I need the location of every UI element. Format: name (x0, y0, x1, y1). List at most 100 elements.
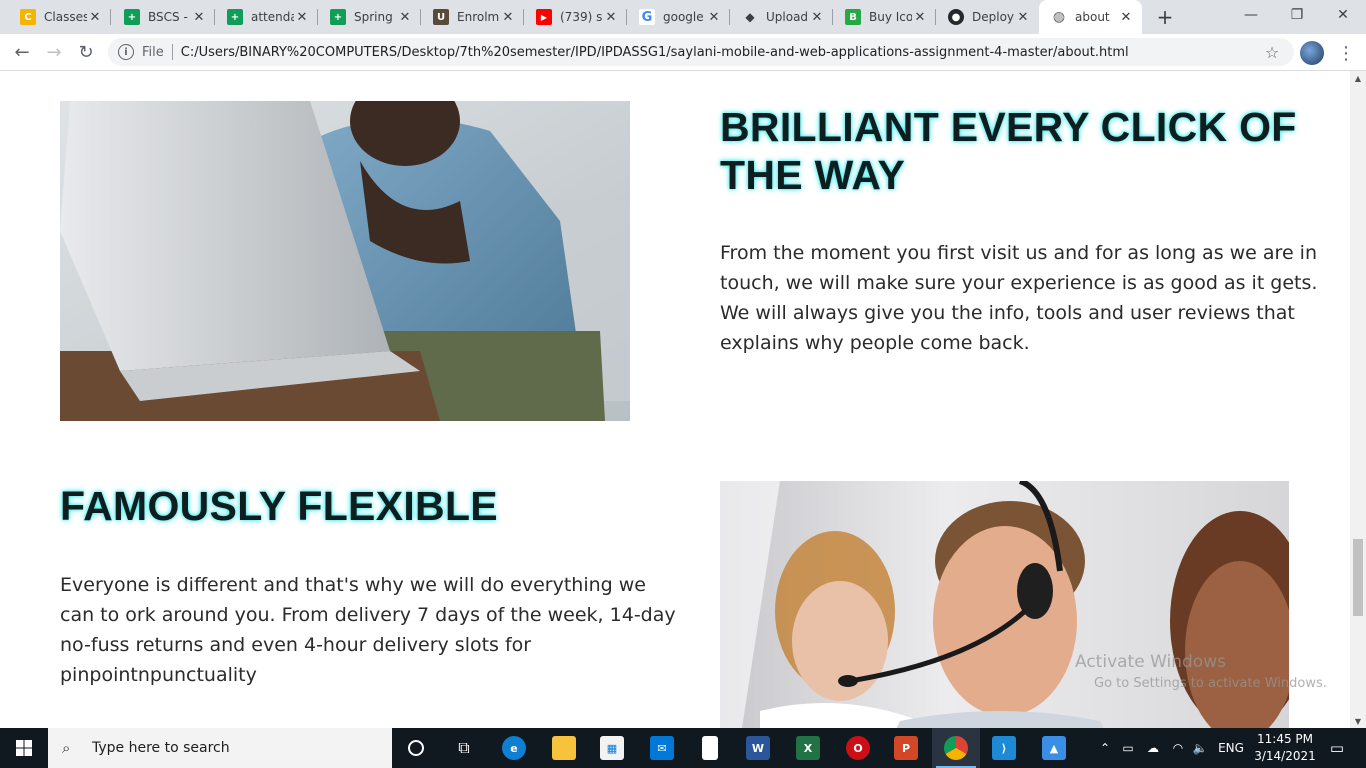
icon-store-icon: B (845, 9, 861, 25)
language-indicator[interactable]: ENG (1214, 728, 1248, 768)
heading-line: THE WAY (720, 152, 906, 198)
vscode-icon[interactable]: ⟩ (980, 728, 1028, 768)
profile-avatar[interactable] (1300, 41, 1324, 65)
battery-icon[interactable]: ▭ (1118, 728, 1138, 768)
new-tab-button[interactable]: + (1152, 4, 1178, 30)
tab-buy-icons[interactable]: B Buy Ico ✕ (833, 0, 936, 34)
paragraph-line: pinpointnpunctuality (60, 664, 257, 686)
minimize-button[interactable]: — (1228, 0, 1274, 30)
vertical-scrollbar[interactable]: ▲ ▼ (1350, 71, 1366, 728)
back-button[interactable]: ← (8, 38, 36, 66)
tab-about[interactable]: ◍ about ✕ (1039, 0, 1142, 34)
github-icon: ● (948, 9, 964, 25)
tab-separator (110, 9, 111, 25)
tab-strip: C Classes ✕ + BSCS - ✕ + attenda ✕ + Spr… (0, 0, 1366, 34)
youtube-icon: ▶ (536, 9, 552, 25)
tab-label: about (1075, 10, 1110, 24)
close-icon[interactable]: ✕ (809, 9, 825, 25)
omnibox-divider (171, 44, 173, 60)
scroll-up-arrow-icon[interactable]: ▲ (1350, 71, 1366, 85)
close-icon[interactable]: ✕ (706, 9, 722, 25)
opera-icon[interactable]: O (834, 728, 882, 768)
notifications-icon[interactable]: ▭ (1320, 728, 1354, 768)
close-icon[interactable]: ✕ (397, 9, 413, 25)
close-icon[interactable]: ✕ (294, 9, 310, 25)
tab-attendance[interactable]: + attenda ✕ (215, 0, 318, 34)
clock-date: 3/14/2021 (1254, 749, 1316, 763)
google-sheets-icon: + (227, 9, 243, 25)
file-explorer-icon[interactable] (540, 728, 588, 768)
notepad-icon[interactable] (686, 728, 734, 768)
close-icon[interactable]: ✕ (1015, 9, 1031, 25)
clock-time: 11:45 PM (1257, 732, 1313, 746)
bookmark-star-icon[interactable]: ☆ (1262, 43, 1282, 62)
edge-icon[interactable]: e (490, 728, 538, 768)
tab-label: Deploy (972, 10, 1015, 24)
tab-bscs[interactable]: + BSCS - ✕ (112, 0, 215, 34)
mail-icon[interactable]: ✉ (638, 728, 686, 768)
tab-label: Spring (354, 10, 393, 24)
close-icon[interactable]: ✕ (500, 9, 516, 25)
tab-google[interactable]: G google ✕ (627, 0, 730, 34)
reload-button[interactable]: ↻ (72, 38, 100, 66)
paragraph-line: no-fuss returns and even 4-hour delivery… (60, 634, 532, 656)
onedrive-icon[interactable]: ☁ (1142, 728, 1164, 768)
chrome-icon[interactable] (932, 728, 980, 768)
tab-spring[interactable]: + Spring ✕ (318, 0, 421, 34)
tab-label: BSCS - (148, 10, 188, 24)
page-viewport: BRILLIANT EVERY CLICK OF THE WAY From th… (0, 71, 1350, 728)
tab-label: Buy Ico (869, 10, 912, 24)
tab-label: Upload (766, 10, 809, 24)
search-icon: ⌕ (62, 739, 71, 757)
section-paragraph-brilliant: From the moment you first visit us and f… (720, 238, 1317, 358)
heading-line: BRILLIANT EVERY CLICK OF (720, 104, 1297, 150)
address-bar[interactable]: i File C:/Users/BINARY%20COMPUTERS/Deskt… (108, 38, 1294, 66)
tab-deploy[interactable]: ● Deploy ✕ (936, 0, 1039, 34)
chevron-up-icon[interactable]: ⌃ (1096, 728, 1114, 768)
powerpoint-icon[interactable]: P (882, 728, 930, 768)
photos-icon[interactable]: ▲ (1030, 728, 1078, 768)
section-heading-flexible: FAMOUSLY FLEXIBLE (60, 482, 498, 530)
system-clock[interactable]: 11:45 PM 3/14/2021 (1252, 731, 1318, 765)
section-paragraph-flexible: Everyone is different and that's why we … (60, 570, 676, 690)
close-icon[interactable]: ✕ (87, 9, 103, 25)
close-window-button[interactable]: ✕ (1320, 0, 1366, 30)
tab-enrolment[interactable]: U Enrolm ✕ (421, 0, 524, 34)
forward-button[interactable]: → (40, 38, 68, 66)
close-icon[interactable]: ✕ (1118, 9, 1134, 25)
scrollbar-thumb[interactable] (1353, 539, 1363, 616)
heading-line: FAMOUSLY FLEXIBLE (60, 483, 498, 529)
paragraph-line: From the moment you first visit us and f… (720, 242, 1317, 264)
url-text[interactable]: C:/Users/BINARY%20COMPUTERS/Desktop/7th%… (181, 45, 1262, 60)
google-icon: G (639, 9, 655, 25)
wifi-icon[interactable]: ◠ (1168, 728, 1188, 768)
excel-icon[interactable]: X (784, 728, 832, 768)
tab-classes[interactable]: C Classes ✕ (8, 0, 111, 34)
start-button[interactable] (0, 728, 48, 768)
tab-label: Classes (44, 10, 87, 24)
tab-upload[interactable]: ◆ Upload ✕ (730, 0, 833, 34)
paragraph-line: We will always give you the info, tools … (720, 302, 1295, 324)
info-icon[interactable]: i (118, 44, 134, 60)
tab-youtube[interactable]: ▶ (739) s ✕ (524, 0, 627, 34)
close-icon[interactable]: ✕ (191, 9, 207, 25)
scheme-chip: File (142, 44, 164, 60)
section-heading-brilliant: BRILLIANT EVERY CLICK OF THE WAY (720, 103, 1297, 199)
store-icon[interactable]: ▦ (588, 728, 636, 768)
close-icon[interactable]: ✕ (912, 9, 928, 25)
cortana-icon[interactable] (392, 728, 440, 768)
activate-windows-watermark: Activate Windows (1075, 652, 1226, 672)
tab-label: Enrolm (457, 10, 500, 24)
restore-button[interactable]: ❐ (1274, 0, 1320, 30)
google-sheets-icon: + (124, 9, 140, 25)
activate-windows-hint: Go to Settings to activate Windows. (1094, 676, 1327, 691)
volume-icon[interactable]: 🔈 (1190, 728, 1210, 768)
close-icon[interactable]: ✕ (603, 9, 619, 25)
word-icon[interactable]: W (734, 728, 782, 768)
taskbar-search-box[interactable]: ⌕ Type here to search (48, 728, 392, 768)
tab-label: attenda (251, 10, 294, 24)
search-placeholder: Type here to search (92, 740, 230, 756)
scroll-down-arrow-icon[interactable]: ▼ (1350, 714, 1366, 728)
task-view-icon[interactable]: ⧉ (440, 728, 488, 768)
kebab-menu-icon[interactable]: ⋮ (1336, 40, 1356, 66)
